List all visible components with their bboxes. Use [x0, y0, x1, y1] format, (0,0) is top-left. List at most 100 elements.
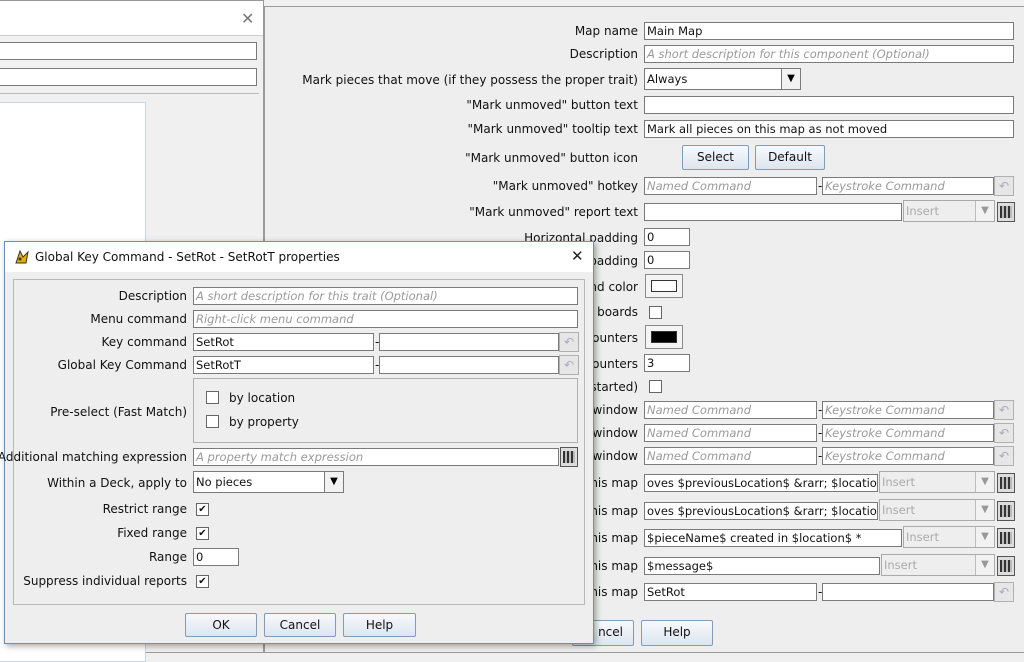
global-key-command-dialog: Global Key Command - SetRot - SetRotT pr…	[0, 241, 594, 644]
mark-pieces-label: Mark pieces that move (if they possess t…	[302, 73, 638, 87]
background-color-swatch[interactable]	[645, 274, 683, 298]
window-keystroke-input-2[interactable]: Keystroke Command	[822, 424, 994, 442]
window-named-command-input-2[interactable]: Named Command	[644, 424, 817, 442]
calculator-icon[interactable]	[997, 473, 1015, 493]
left-window-field-1[interactable]	[0, 42, 257, 60]
window-keystroke-input-1[interactable]: Keystroke Command	[822, 401, 994, 419]
undo-icon[interactable]: ↶	[994, 176, 1014, 196]
report-text-input[interactable]	[644, 203, 902, 221]
window-keystroke-input-3[interactable]: Keystroke Command	[822, 447, 994, 465]
insert-label: Insert	[882, 503, 915, 517]
undo-icon[interactable]: ↶	[994, 423, 1014, 443]
range-label: Range	[148, 550, 187, 564]
suppress-reports-label: Suppress individual reports	[23, 574, 187, 588]
mark-unmoved-text-label: "Mark unmoved" button text	[466, 98, 638, 112]
chevron-down-icon: ▼	[975, 500, 994, 520]
calculator-icon[interactable]	[997, 556, 1015, 576]
range-input[interactable]: 0	[193, 548, 239, 566]
insert-label: Insert	[906, 530, 939, 544]
report-insert-select[interactable]: Insert ▼	[903, 200, 995, 222]
map-key-command-input[interactable]: SetRot	[644, 583, 817, 601]
report-format-input-3[interactable]: $pieceName$ created in $location$ *	[644, 529, 902, 547]
map-description-label: Description	[569, 47, 638, 61]
default-icon-button[interactable]: Default	[755, 145, 825, 170]
ok-button[interactable]: OK	[185, 613, 257, 637]
report-format-input-2[interactable]: oves $previousLocation$ &rarr; $location…	[644, 502, 878, 520]
by-location-checkbox[interactable]	[206, 391, 219, 404]
by-property-checkbox[interactable]	[206, 415, 219, 428]
window-hotkey-label-1: window	[592, 403, 638, 417]
hotkey-named-command-input[interactable]: Named Command	[644, 177, 817, 195]
mark-pieces-select[interactable]: Always ▼	[644, 68, 801, 90]
preselect-group	[193, 378, 578, 443]
report-format-input-1[interactable]: oves $previousLocation$ &rarr; $location…	[644, 474, 878, 492]
horizontal-padding-input[interactable]: 0	[644, 228, 690, 246]
global-key-command-label: Global Key Command	[57, 358, 187, 372]
menu-command-input[interactable]: Right-click menu command	[193, 310, 578, 328]
window-named-command-input-1[interactable]: Named Command	[644, 401, 817, 419]
help-button[interactable]: Help	[343, 613, 416, 637]
map-name-label: Map name	[574, 24, 638, 38]
calculator-icon[interactable]	[997, 501, 1015, 521]
window-named-command-input-3[interactable]: Named Command	[644, 447, 817, 465]
window-hotkey-label-3: window	[592, 449, 638, 463]
calculator-icon[interactable]	[997, 202, 1015, 222]
map-help-button[interactable]: Help	[641, 620, 713, 646]
restarted-checkbox[interactable]	[649, 380, 662, 393]
by-property-label: by property	[229, 415, 299, 429]
additional-matching-input[interactable]: A property match expression	[193, 448, 559, 466]
fixed-range-checkbox[interactable]: ✔	[196, 527, 209, 540]
additional-matching-label: Additional matching expression	[0, 450, 187, 464]
mark-unmoved-tooltip-input[interactable]: Mark all pieces on this map as not moved	[644, 120, 1014, 138]
calculator-icon[interactable]	[560, 447, 578, 467]
report-insert-select-4[interactable]: Insert ▼	[881, 554, 995, 576]
within-deck-label: Within a Deck, apply to	[47, 476, 187, 490]
undo-icon[interactable]: ↶	[994, 446, 1014, 466]
map-name-input[interactable]: Main Map	[644, 22, 1014, 40]
report-format-input-4[interactable]: $message$	[644, 557, 880, 575]
undo-icon[interactable]: ↶	[559, 355, 579, 375]
hotkey-keystroke-input[interactable]: Keystroke Command	[822, 177, 994, 195]
trait-description-input[interactable]: A short description for this trait (Opti…	[193, 287, 578, 305]
suppress-reports-checkbox[interactable]: ✔	[196, 575, 209, 588]
undo-icon[interactable]: ↶	[994, 400, 1014, 420]
undo-icon[interactable]: ↶	[994, 582, 1014, 602]
key-command-map-label: his map	[590, 585, 638, 599]
white-color-chip	[651, 280, 677, 292]
menu-command-label: Menu command	[90, 312, 187, 326]
key-command-label: Key command	[101, 335, 187, 349]
close-icon[interactable]: ✕	[571, 247, 584, 265]
fixed-range-label: Fixed range	[117, 526, 187, 540]
black-color-chip	[651, 331, 677, 343]
undo-icon[interactable]: ↶	[559, 332, 579, 352]
global-key-command-input[interactable]: SetRotT	[193, 356, 374, 374]
left-window-separator	[0, 93, 259, 94]
close-icon[interactable]: ✕	[241, 9, 254, 28]
cancel-button[interactable]: Cancel	[264, 613, 336, 637]
counters-count-input[interactable]: 3	[644, 354, 690, 372]
report-insert-select-3[interactable]: Insert ▼	[903, 526, 995, 548]
dialog-title: Global Key Command - SetRot - SetRotT pr…	[35, 250, 340, 264]
key-command-keystroke-input[interactable]	[379, 333, 559, 351]
key-command-input[interactable]: SetRot	[193, 333, 374, 351]
mark-unmoved-text-input[interactable]	[644, 96, 1014, 114]
boards-checkbox[interactable]	[649, 306, 662, 319]
insert-label: Insert	[882, 475, 915, 489]
background-color-label: nd color	[589, 280, 638, 294]
calculator-icon[interactable]	[997, 528, 1015, 548]
report-insert-select-2[interactable]: Insert ▼	[879, 499, 995, 521]
select-icon-button[interactable]: Select	[682, 145, 749, 170]
mark-pieces-value: Always	[647, 72, 688, 86]
global-key-command-keystroke-input[interactable]	[379, 356, 559, 374]
report-insert-select-1[interactable]: Insert ▼	[879, 471, 995, 493]
left-window-field-2[interactable]	[0, 68, 257, 86]
chevron-down-icon: ▼	[975, 201, 994, 221]
mark-unmoved-report-label: "Mark unmoved" report text	[469, 205, 638, 219]
counters-color-swatch[interactable]	[645, 325, 683, 349]
restrict-range-label: Restrict range	[102, 502, 187, 516]
restrict-range-checkbox[interactable]: ✔	[196, 503, 209, 516]
map-keystroke-input[interactable]	[822, 583, 994, 601]
map-description-input[interactable]: A short description for this component (…	[644, 45, 1014, 63]
vertical-padding-input[interactable]: 0	[644, 251, 690, 269]
within-deck-select[interactable]: No pieces ▼	[193, 471, 344, 493]
